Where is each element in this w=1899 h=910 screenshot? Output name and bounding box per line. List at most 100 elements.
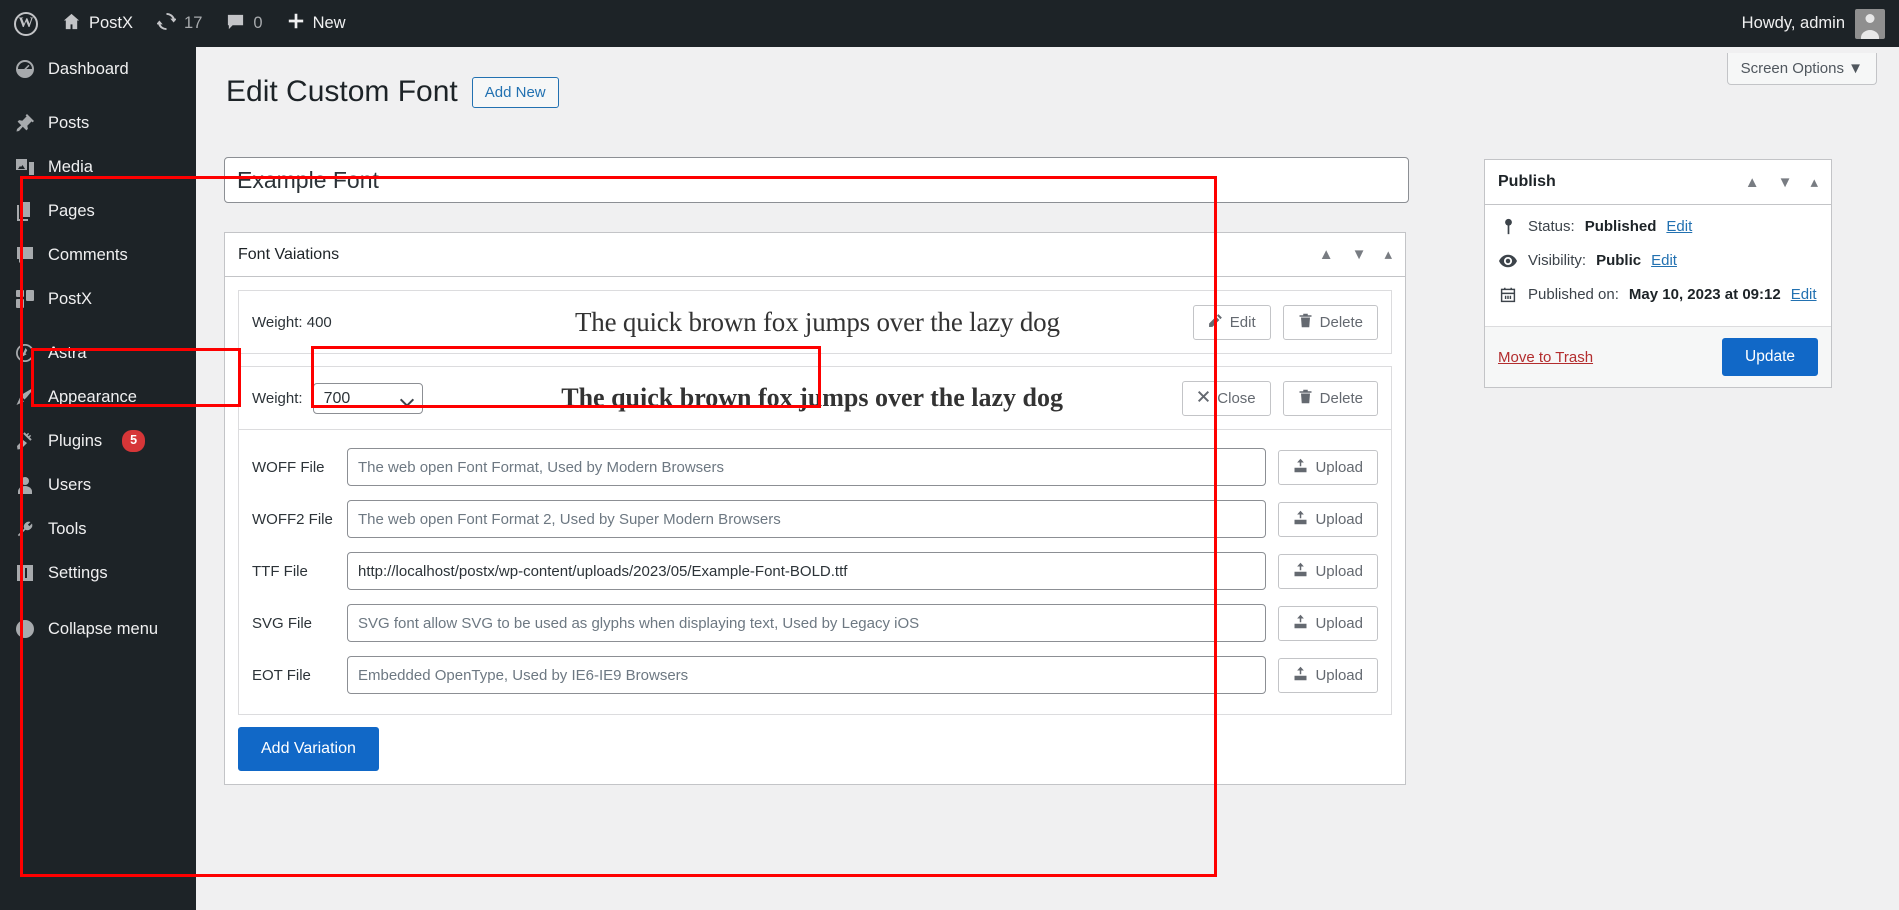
published-on-value: May 10, 2023 at 09:12 xyxy=(1629,286,1781,303)
sidebar-item-pages[interactable]: Pages xyxy=(0,189,196,233)
sidebar-separator xyxy=(0,91,196,101)
sidebar-item-comments[interactable]: Comments xyxy=(0,233,196,277)
font-variations-panel: Font Vaiations ▲ ▼ ▴ Weight: 400 The qui… xyxy=(224,232,1406,785)
add-variation-button[interactable]: Add Variation xyxy=(238,727,379,771)
sidebar-item-astra[interactable]: Astra xyxy=(0,331,196,375)
weight-field: Weight: 700 xyxy=(252,383,442,414)
variation-preview-text: The quick brown fox jumps over the lazy … xyxy=(442,307,1193,338)
ttf-file-input[interactable] xyxy=(347,552,1266,590)
sidebar-item-label: Comments xyxy=(48,246,128,265)
visibility-edit-link[interactable]: Edit xyxy=(1651,252,1677,269)
home-icon xyxy=(62,12,81,36)
sidebar-item-appearance[interactable]: Appearance xyxy=(0,375,196,419)
font-variations-header: Font Vaiations ▲ ▼ ▴ xyxy=(225,233,1405,277)
upload-label: Upload xyxy=(1315,459,1363,476)
upload-eot-button[interactable]: Upload xyxy=(1278,658,1378,693)
file-label: EOT File xyxy=(252,667,347,684)
admin-sidebar: Dashboard Posts Media Pages Comments Pos… xyxy=(0,47,196,910)
upload-icon xyxy=(1293,666,1308,685)
comments-count: 0 xyxy=(253,14,262,33)
visibility-row: Visibility: Public Edit xyxy=(1498,252,1818,269)
visibility-label: Visibility: xyxy=(1528,252,1586,269)
move-to-trash-link[interactable]: Move to Trash xyxy=(1498,349,1593,366)
status-edit-link[interactable]: Edit xyxy=(1666,218,1692,235)
font-title-input[interactable] xyxy=(224,157,1409,203)
sidebar-item-plugins[interactable]: Plugins 5 xyxy=(0,419,196,463)
edit-variation-button[interactable]: Edit xyxy=(1193,305,1271,340)
comment-bubble-icon xyxy=(226,12,245,36)
sidebar-item-postx[interactable]: PostX xyxy=(0,277,196,321)
publish-panel-title: Publish xyxy=(1498,173,1556,191)
pin-status-icon xyxy=(1498,218,1518,235)
move-down-icon[interactable]: ▼ xyxy=(1778,175,1793,190)
font-variation-row: Weight: 400 The quick brown fox jumps ov… xyxy=(238,290,1392,354)
upload-svg-button[interactable]: Upload xyxy=(1278,606,1378,641)
site-name-label: PostX xyxy=(89,14,133,33)
weight-select[interactable]: 700 xyxy=(313,383,423,414)
published-on-label: Published on: xyxy=(1528,286,1619,303)
new-content-button[interactable]: New xyxy=(275,0,358,47)
pin-icon xyxy=(14,112,36,134)
delete-variation-label: Delete xyxy=(1320,390,1363,407)
woff2-file-input[interactable] xyxy=(347,500,1266,538)
screen-options-label: Screen Options xyxy=(1741,60,1844,77)
weight-select-wrapper: 700 xyxy=(313,383,423,414)
sidebar-item-posts[interactable]: Posts xyxy=(0,101,196,145)
move-down-icon[interactable]: ▼ xyxy=(1352,247,1367,262)
sidebar-item-tools[interactable]: Tools xyxy=(0,507,196,551)
weight-field-label: Weight: xyxy=(252,390,303,407)
font-variations-title: Font Vaiations xyxy=(238,246,339,264)
delete-variation-button[interactable]: Delete xyxy=(1283,381,1378,416)
sidebar-item-media[interactable]: Media xyxy=(0,145,196,189)
collapse-menu-button[interactable]: Collapse menu xyxy=(0,607,196,651)
variation-weight-label: Weight: 400 xyxy=(252,314,442,331)
visibility-value: Public xyxy=(1596,252,1641,269)
sidebar-item-dashboard[interactable]: Dashboard xyxy=(0,47,196,91)
toggle-panel-icon[interactable]: ▴ xyxy=(1384,247,1392,262)
delete-variation-label: Delete xyxy=(1320,314,1363,331)
file-label: WOFF2 File xyxy=(252,511,347,528)
site-name-button[interactable]: PostX xyxy=(50,0,145,47)
avatar xyxy=(1855,9,1885,39)
publish-panel: Publish ▲ ▼ ▴ Status: Published Edit Vi xyxy=(1484,159,1832,388)
astra-icon xyxy=(14,342,36,364)
svg-file-input[interactable] xyxy=(347,604,1266,642)
status-value: Published xyxy=(1585,218,1657,235)
sidebar-item-label: Media xyxy=(48,158,93,177)
sidebar-item-settings[interactable]: Settings xyxy=(0,551,196,595)
wordpress-logo-button[interactable]: W xyxy=(0,0,50,47)
screen-options-toggle[interactable]: Screen Options ▼ xyxy=(1727,53,1877,85)
add-new-button[interactable]: Add New xyxy=(472,77,559,108)
font-file-fields: WOFF File Upload WOFF2 File xyxy=(239,429,1391,714)
upload-woff2-button[interactable]: Upload xyxy=(1278,502,1378,537)
collapse-menu-label: Collapse menu xyxy=(48,620,158,639)
sidebar-item-label: Plugins xyxy=(48,432,102,451)
comments-button[interactable]: 0 xyxy=(214,0,274,47)
upload-woff-button[interactable]: Upload xyxy=(1278,450,1378,485)
delete-variation-button[interactable]: Delete xyxy=(1283,305,1378,340)
updates-icon xyxy=(157,12,176,36)
account-area[interactable]: Howdy, admin xyxy=(1742,9,1899,39)
woff-file-input[interactable] xyxy=(347,448,1266,486)
upload-icon xyxy=(1293,458,1308,477)
page-header: Edit Custom Font Add New xyxy=(226,75,559,109)
plug-icon xyxy=(14,430,36,452)
move-up-icon[interactable]: ▲ xyxy=(1745,175,1760,190)
move-up-icon[interactable]: ▲ xyxy=(1319,247,1334,262)
file-row-ttf: TTF File Upload xyxy=(252,552,1378,590)
close-variation-button[interactable]: Close xyxy=(1182,381,1270,416)
upload-ttf-button[interactable]: Upload xyxy=(1278,554,1378,589)
edit-variation-label: Edit xyxy=(1230,314,1256,331)
published-on-edit-link[interactable]: Edit xyxy=(1791,286,1817,303)
update-button[interactable]: Update xyxy=(1722,338,1818,376)
updates-button[interactable]: 17 xyxy=(145,0,214,47)
pencil-icon xyxy=(1208,313,1223,332)
wrench-icon xyxy=(14,518,36,540)
file-label: TTF File xyxy=(252,563,347,580)
toggle-panel-icon[interactable]: ▴ xyxy=(1810,175,1818,190)
upload-label: Upload xyxy=(1315,667,1363,684)
variation-preview-text: The quick brown fox jumps over the lazy … xyxy=(442,383,1182,413)
eye-icon xyxy=(1498,254,1518,268)
sidebar-item-users[interactable]: Users xyxy=(0,463,196,507)
eot-file-input[interactable] xyxy=(347,656,1266,694)
